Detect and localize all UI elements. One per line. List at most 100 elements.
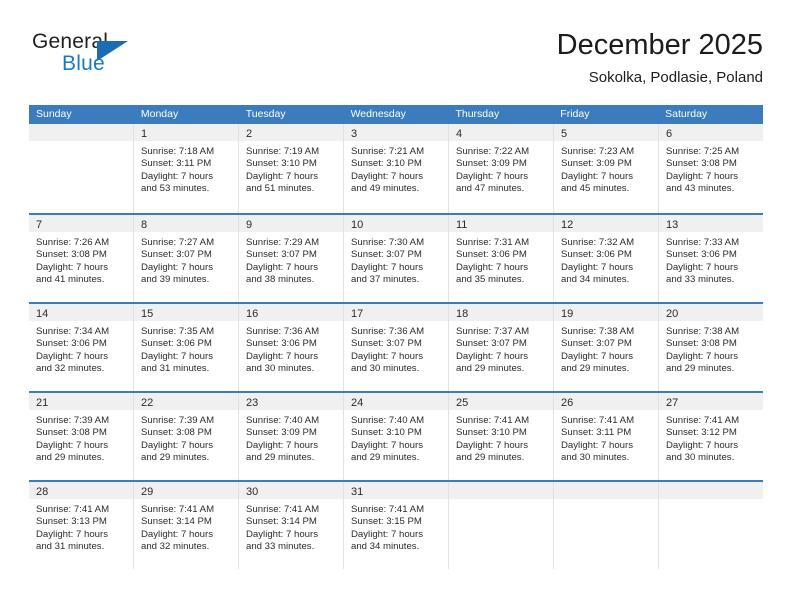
sunrise-text: Sunrise: 7:21 AM: [351, 146, 425, 157]
day-number: 19: [561, 308, 574, 320]
calendar-day-cell[interactable]: 14 Sunrise: 7:34 AM Sunset: 3:06 PM Dayligh…: [29, 304, 134, 391]
sunrise-text: Sunrise: 7:30 AM: [351, 237, 425, 248]
day-details: Sunrise: 7:33 AM Sunset: 3:06 PM Daylight:…: [659, 232, 763, 287]
day-details: Sunrise: 7:41 AM Sunset: 3:13 PM Daylight:…: [29, 499, 133, 554]
calendar-day-cell[interactable]: 17 Sunrise: 7:36 AM Sunset: 3:07 PM Dayligh…: [344, 304, 449, 391]
calendar-day-cell[interactable]: 25 Sunrise: 7:41 AM Sunset: 3:10 PM Dayligh…: [449, 393, 554, 480]
day-number: 15: [141, 308, 154, 320]
day-number-band: 15: [134, 304, 238, 321]
daylight-text-line1: Daylight: 7 hours: [666, 350, 738, 362]
sunset-text: Sunset: 3:11 PM: [561, 427, 632, 439]
calendar-day-cell[interactable]: 12 Sunrise: 7:32 AM Sunset: 3:06 PM Dayligh…: [554, 215, 659, 302]
calendar-day-cell[interactable]: 5 Sunrise: 7:23 AM Sunset: 3:09 PM Daylight…: [554, 124, 659, 213]
daylight-text-line2: and 30 minutes.: [351, 363, 420, 375]
calendar-day-cell[interactable]: 30 Sunrise: 7:41 AM Sunset: 3:14 PM Dayligh…: [239, 482, 344, 569]
sunset-text: Sunset: 3:07 PM: [246, 249, 317, 261]
calendar-day-cell[interactable]: 11 Sunrise: 7:31 AM Sunset: 3:06 PM Dayligh…: [449, 215, 554, 302]
calendar-day-cell[interactable]: 1 Sunrise: 7:18 AM Sunset: 3:11 PM Daylight…: [134, 124, 239, 213]
sunrise-text: Sunrise: 7:26 AM: [36, 237, 110, 248]
sunset-text: Sunset: 3:06 PM: [246, 338, 317, 350]
daylight-text-line1: Daylight: 7 hours: [141, 261, 213, 273]
logo-text-blue: Blue: [62, 52, 105, 75]
daylight-text-line2: and 45 minutes.: [561, 183, 630, 195]
calendar-day-cell[interactable]: 21 Sunrise: 7:39 AM Sunset: 3:08 PM Dayligh…: [29, 393, 134, 480]
sunrise-text: Sunrise: 7:39 AM: [36, 415, 110, 426]
weekday-header-thursday: Thursday: [455, 108, 500, 120]
day-details: Sunrise: 7:26 AM Sunset: 3:08 PM Daylight:…: [29, 232, 133, 287]
daylight-text-line2: and 43 minutes.: [666, 183, 735, 195]
day-details: Sunrise: 7:36 AM Sunset: 3:07 PM Daylight:…: [344, 321, 448, 376]
sunrise-text: Sunrise: 7:37 AM: [456, 326, 530, 337]
daylight-text-line1: Daylight: 7 hours: [36, 528, 108, 540]
day-number: 2: [246, 128, 253, 140]
day-number-band: [449, 482, 553, 499]
day-number: 26: [561, 397, 574, 409]
day-number: 30: [246, 486, 259, 498]
calendar-day-cell[interactable]: 6 Sunrise: 7:25 AM Sunset: 3:08 PM Daylight…: [659, 124, 763, 213]
daylight-text-line1: Daylight: 7 hours: [246, 170, 318, 182]
sunrise-text: Sunrise: 7:41 AM: [456, 415, 530, 426]
sunrise-text: Sunrise: 7:34 AM: [36, 326, 110, 337]
calendar-day-cell-empty: [659, 482, 763, 569]
daylight-text-line2: and 53 minutes.: [141, 183, 210, 195]
daylight-text-line2: and 29 minutes.: [246, 452, 315, 464]
calendar-day-cell-empty: [29, 124, 134, 213]
day-number-band: 21: [29, 393, 133, 410]
general-blue-logo: General Blue: [29, 28, 269, 90]
calendar-day-cell[interactable]: 2 Sunrise: 7:19 AM Sunset: 3:10 PM Daylight…: [239, 124, 344, 213]
sunrise-text: Sunrise: 7:33 AM: [666, 237, 740, 248]
weekday-header-friday: Friday: [560, 108, 590, 120]
calendar-day-cell[interactable]: 31 Sunrise: 7:41 AM Sunset: 3:15 PM Dayligh…: [344, 482, 449, 569]
calendar-day-cell[interactable]: 18 Sunrise: 7:37 AM Sunset: 3:07 PM Dayligh…: [449, 304, 554, 391]
calendar-day-cell[interactable]: 10 Sunrise: 7:30 AM Sunset: 3:07 PM Dayligh…: [344, 215, 449, 302]
day-details: Sunrise: 7:32 AM Sunset: 3:06 PM Daylight:…: [554, 232, 658, 287]
day-details: Sunrise: 7:37 AM Sunset: 3:07 PM Daylight:…: [449, 321, 553, 376]
day-number-band: 14: [29, 304, 133, 321]
day-number: 1: [141, 128, 148, 140]
day-number-band: 12: [554, 215, 658, 232]
calendar-day-cell[interactable]: 26 Sunrise: 7:41 AM Sunset: 3:11 PM Dayligh…: [554, 393, 659, 480]
day-number-band: 23: [239, 393, 343, 410]
calendar-day-cell[interactable]: 19 Sunrise: 7:38 AM Sunset: 3:07 PM Dayligh…: [554, 304, 659, 391]
calendar-day-cell[interactable]: 28 Sunrise: 7:41 AM Sunset: 3:13 PM Dayligh…: [29, 482, 134, 569]
daylight-text-line1: Daylight: 7 hours: [246, 350, 318, 362]
calendar-day-cell[interactable]: 9 Sunrise: 7:29 AM Sunset: 3:07 PM Daylight…: [239, 215, 344, 302]
daylight-text-line2: and 37 minutes.: [351, 274, 420, 286]
calendar-day-cell[interactable]: 23 Sunrise: 7:40 AM Sunset: 3:09 PM Dayligh…: [239, 393, 344, 480]
calendar-day-cell[interactable]: 15 Sunrise: 7:35 AM Sunset: 3:06 PM Dayligh…: [134, 304, 239, 391]
daylight-text-line1: Daylight: 7 hours: [666, 439, 738, 451]
day-number-band: 7: [29, 215, 133, 232]
sunrise-text: Sunrise: 7:25 AM: [666, 146, 740, 157]
calendar-day-cell[interactable]: 27 Sunrise: 7:41 AM Sunset: 3:12 PM Dayligh…: [659, 393, 763, 480]
daylight-text-line1: Daylight: 7 hours: [561, 261, 633, 273]
weekday-header-sunday: Sunday: [36, 108, 72, 120]
sunset-text: Sunset: 3:07 PM: [141, 249, 212, 261]
calendar-weeks: 1 Sunrise: 7:18 AM Sunset: 3:11 PM Daylight…: [29, 124, 763, 569]
day-details: Sunrise: 7:19 AM Sunset: 3:10 PM Daylight:…: [239, 141, 343, 196]
sunrise-text: Sunrise: 7:36 AM: [246, 326, 320, 337]
weekday-header-tuesday: Tuesday: [245, 108, 286, 120]
sunset-text: Sunset: 3:15 PM: [351, 516, 422, 528]
day-number: 24: [351, 397, 364, 409]
day-number-band: 24: [344, 393, 448, 410]
calendar-day-cell[interactable]: 7 Sunrise: 7:26 AM Sunset: 3:08 PM Daylight…: [29, 215, 134, 302]
sunset-text: Sunset: 3:07 PM: [351, 338, 422, 350]
calendar-day-cell[interactable]: 13 Sunrise: 7:33 AM Sunset: 3:06 PM Dayligh…: [659, 215, 763, 302]
calendar-day-cell[interactable]: 24 Sunrise: 7:40 AM Sunset: 3:10 PM Dayligh…: [344, 393, 449, 480]
sunset-text: Sunset: 3:06 PM: [36, 338, 107, 350]
day-number-band: 19: [554, 304, 658, 321]
calendar-day-cell[interactable]: 8 Sunrise: 7:27 AM Sunset: 3:07 PM Daylight…: [134, 215, 239, 302]
sunrise-text: Sunrise: 7:35 AM: [141, 326, 215, 337]
day-number: 22: [141, 397, 154, 409]
calendar-grid: Sunday Monday Tuesday Wednesday Thursday…: [29, 105, 763, 569]
calendar-day-cell[interactable]: 3 Sunrise: 7:21 AM Sunset: 3:10 PM Daylight…: [344, 124, 449, 213]
calendar-day-cell[interactable]: 20 Sunrise: 7:38 AM Sunset: 3:08 PM Dayligh…: [659, 304, 763, 391]
daylight-text-line2: and 38 minutes.: [246, 274, 315, 286]
calendar-day-cell[interactable]: 4 Sunrise: 7:22 AM Sunset: 3:09 PM Daylight…: [449, 124, 554, 213]
calendar-week-row: 14 Sunrise: 7:34 AM Sunset: 3:06 PM Dayligh…: [29, 302, 763, 391]
calendar-day-cell[interactable]: 22 Sunrise: 7:39 AM Sunset: 3:08 PM Dayligh…: [134, 393, 239, 480]
calendar-day-cell[interactable]: 16 Sunrise: 7:36 AM Sunset: 3:06 PM Dayligh…: [239, 304, 344, 391]
calendar-day-cell[interactable]: 29 Sunrise: 7:41 AM Sunset: 3:14 PM Dayligh…: [134, 482, 239, 569]
day-number-band: 8: [134, 215, 238, 232]
sunset-text: Sunset: 3:06 PM: [141, 338, 212, 350]
